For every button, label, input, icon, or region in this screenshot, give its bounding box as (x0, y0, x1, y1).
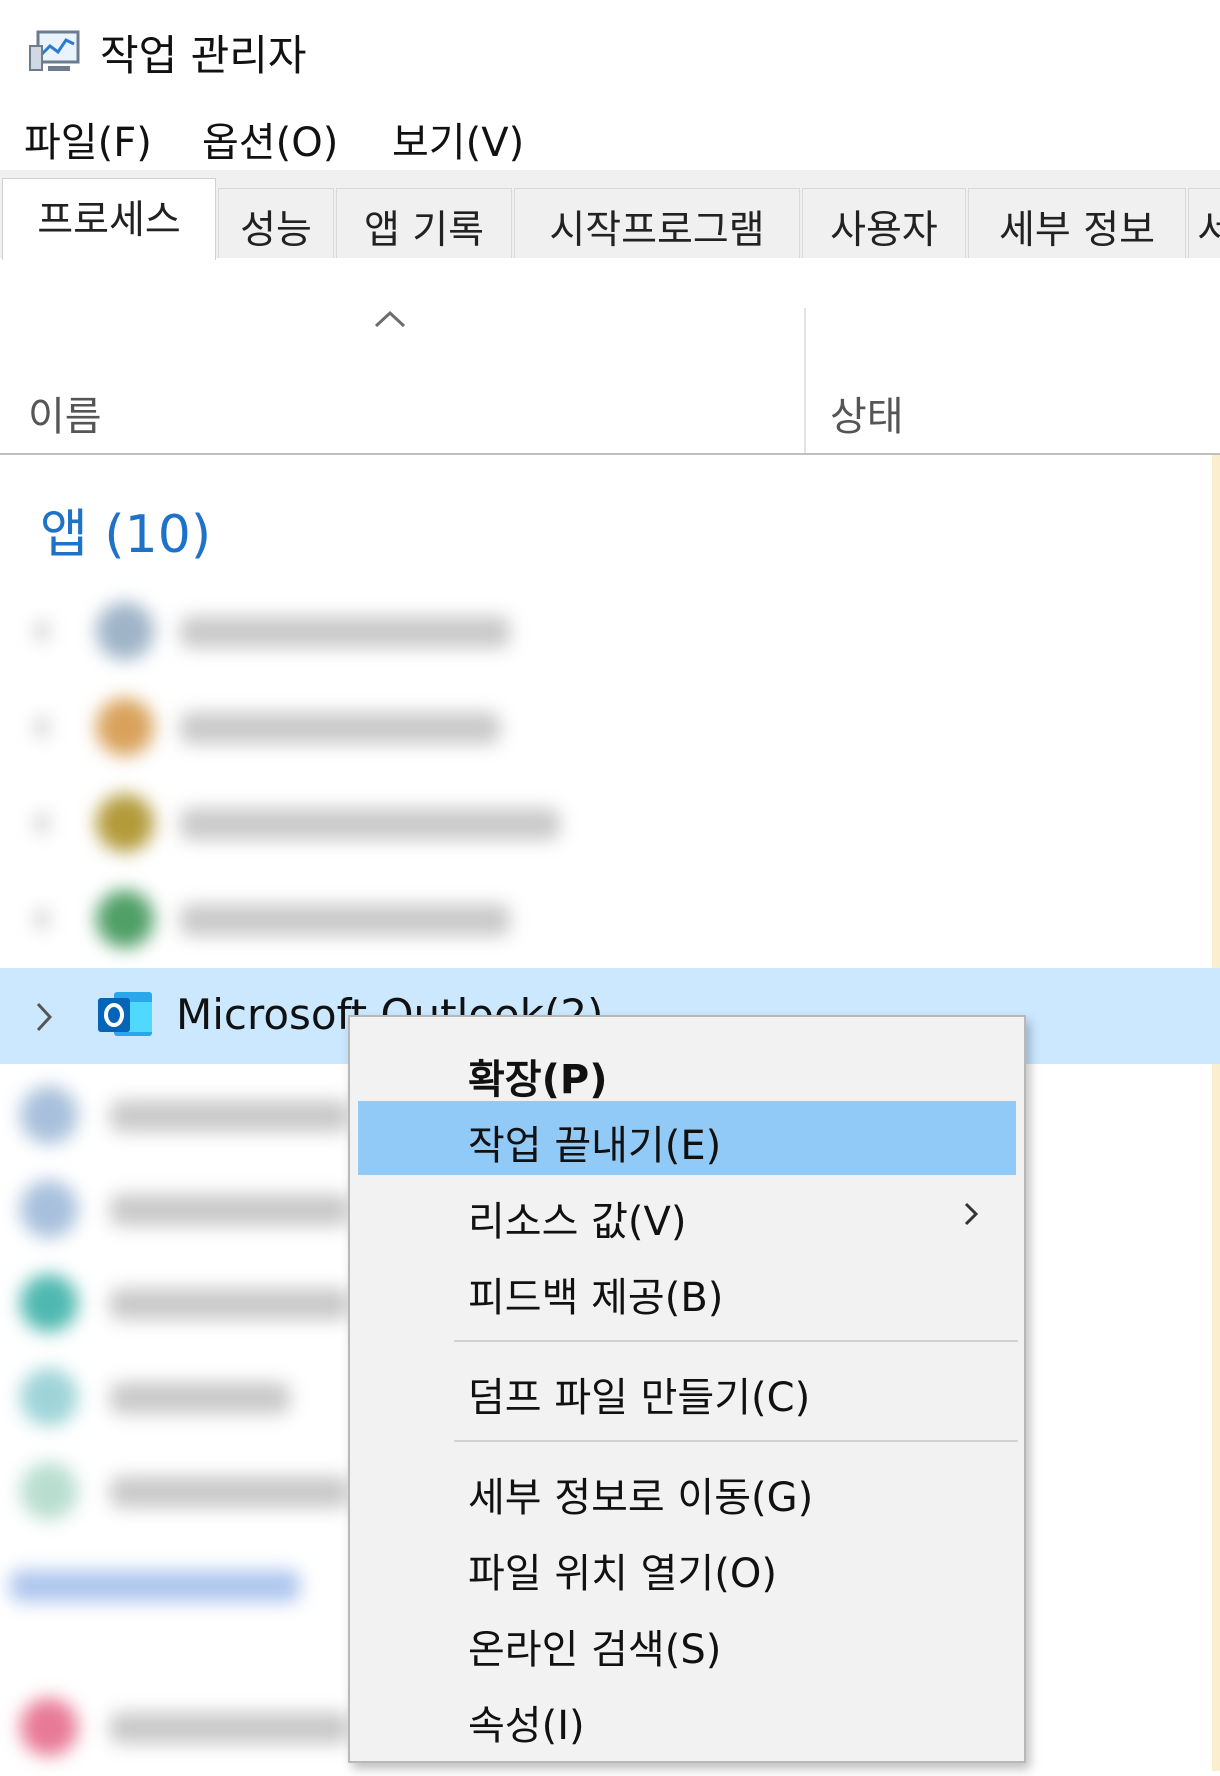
menu-item-open-file-location[interactable]: 파일 위치 열기(O) (358, 1529, 1016, 1603)
tab-processes[interactable]: 프로세스 (2, 178, 216, 260)
apps-group-title[interactable]: 앱 (10) (40, 492, 211, 567)
app-icon (20, 1462, 78, 1520)
menu-options[interactable]: 옵션(O) (202, 110, 338, 168)
app-icon (96, 698, 154, 756)
expand-arrow-icon (36, 814, 48, 832)
cpu-column-strip (1212, 455, 1220, 1771)
app-icon (20, 1180, 78, 1238)
title-bar: 작업 관리자 (0, 0, 1220, 100)
sort-ascending-icon (374, 310, 406, 328)
menu-item-resource-values[interactable]: 리소스 값(V) (358, 1177, 1016, 1251)
menu-item-expand[interactable]: 확장(P) (358, 1035, 1016, 1109)
blurred-process-name (180, 712, 500, 744)
app-icon (20, 1368, 78, 1426)
tab-startup[interactable]: 시작프로그램 (514, 188, 800, 258)
blurred-process-name (110, 1476, 350, 1508)
menu-file[interactable]: 파일(F) (24, 110, 152, 168)
blurred-process-name (110, 1382, 290, 1414)
tab-details[interactable]: 세부 정보 (968, 188, 1186, 258)
blurred-process-name (180, 904, 510, 936)
tab-app-history[interactable]: 앱 기록 (336, 188, 512, 258)
menu-item-label: 속성(I) (468, 1703, 585, 1749)
expand-arrow-icon (36, 718, 48, 736)
table-row[interactable] (0, 680, 1212, 776)
menu-item-end-task[interactable]: 작업 끝내기(E) (358, 1101, 1016, 1175)
menu-item-label: 덤프 파일 만들기(C) (468, 1375, 811, 1421)
menu-item-go-to-details[interactable]: 세부 정보로 이동(G) (358, 1453, 1016, 1527)
menu-item-label: 파일 위치 열기(O) (468, 1551, 777, 1597)
menu-bar: 파일(F) 옵션(O) 보기(V) (0, 100, 1220, 170)
app-icon (96, 890, 154, 948)
tab-performance[interactable]: 성능 (218, 188, 334, 258)
submenu-arrow-icon (964, 1202, 979, 1226)
menu-item-label: 세부 정보로 이동(G) (468, 1475, 814, 1521)
app-icon (20, 1086, 78, 1144)
menu-item-feedback[interactable]: 피드백 제공(B) (358, 1253, 1016, 1327)
column-status[interactable]: 상태 (830, 384, 904, 442)
window-title: 작업 관리자 (100, 31, 307, 80)
menu-item-label: 작업 끝내기(E) (468, 1123, 722, 1169)
context-menu: 확장(P) 작업 끝내기(E) 리소스 값(V) 피드백 제공(B) 덤프 파일… (348, 1015, 1026, 1763)
menu-view[interactable]: 보기(V) (392, 110, 524, 168)
blurred-process-name (110, 1712, 350, 1744)
menu-separator (454, 1440, 1018, 1442)
menu-separator (454, 1340, 1018, 1342)
menu-item-search-online[interactable]: 온라인 검색(S) (358, 1605, 1016, 1679)
blurred-process-name (110, 1194, 350, 1226)
tab-strip: 프로세스 성능 앱 기록 시작프로그램 사용자 세부 정보 서 (0, 170, 1220, 260)
app-icon (20, 1274, 78, 1332)
column-name[interactable]: 이름 (28, 384, 102, 442)
column-header: 이름 상태 (0, 258, 1220, 455)
menu-item-label: 리소스 값(V) (468, 1199, 687, 1245)
menu-item-properties[interactable]: 속성(I) (358, 1681, 1016, 1755)
blurred-process-name (180, 616, 510, 648)
expand-arrow-icon (36, 910, 48, 928)
tab-services[interactable]: 서 (1188, 188, 1220, 258)
outlook-icon (98, 992, 152, 1036)
table-row[interactable] (0, 776, 1212, 872)
menu-item-create-dump[interactable]: 덤프 파일 만들기(C) (358, 1353, 1016, 1427)
blurred-process-name (180, 808, 560, 840)
blurred-process-name (110, 1100, 350, 1132)
expand-arrow-icon (36, 622, 48, 640)
blurred-process-name (110, 1288, 350, 1320)
table-row[interactable] (0, 584, 1212, 680)
app-icon (96, 602, 154, 660)
tab-users[interactable]: 사용자 (802, 188, 966, 258)
table-row[interactable] (0, 872, 1212, 968)
app-icon (96, 794, 154, 852)
app-icon (20, 1698, 78, 1756)
menu-item-label: 피드백 제공(B) (468, 1275, 724, 1321)
chevron-right-icon[interactable] (30, 998, 58, 1036)
task-manager-icon (29, 30, 80, 71)
blurred-group-title (10, 1570, 300, 1602)
menu-item-label: 온라인 검색(S) (468, 1627, 722, 1673)
column-divider[interactable] (804, 308, 806, 453)
menu-item-label: 확장(P) (468, 1057, 608, 1103)
